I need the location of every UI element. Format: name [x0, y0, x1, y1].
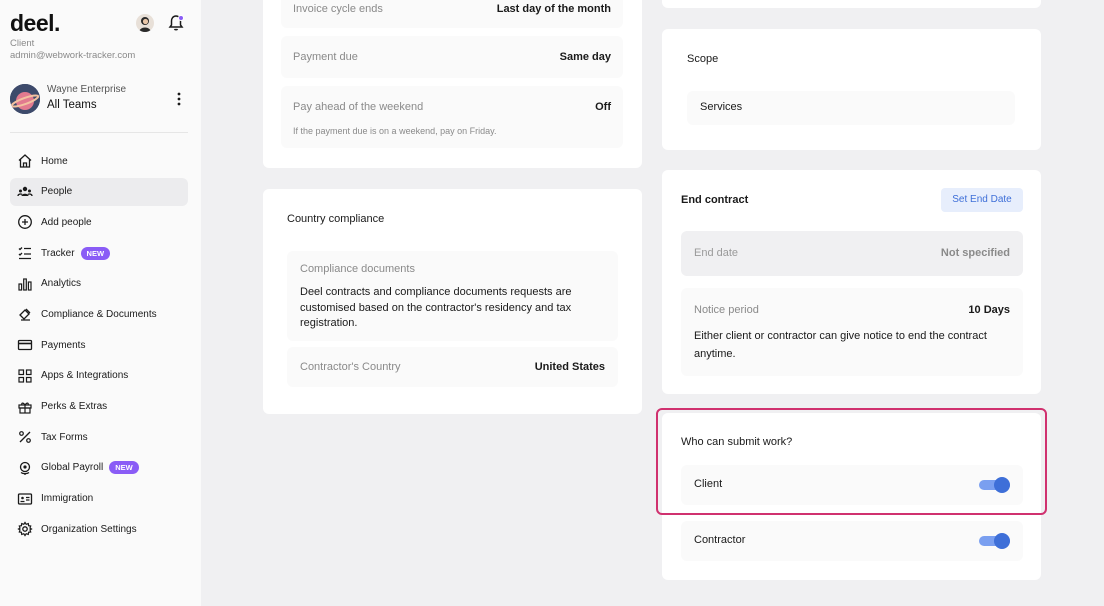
- payment-due-value: Same day: [559, 51, 611, 63]
- sidebar-item-label: Tracker: [41, 247, 75, 259]
- home-icon: [18, 154, 32, 168]
- sidebar-item-global-payroll[interactable]: Global Payroll NEW: [10, 454, 188, 482]
- notice-period-text: Either client or contractor can give not…: [694, 330, 987, 360]
- sidebar-item-perks[interactable]: Perks & Extras: [10, 393, 188, 421]
- compliance-docs-label: Compliance documents: [300, 263, 415, 275]
- sidebar-item-tax-forms[interactable]: Tax Forms: [10, 423, 188, 451]
- sidebar-item-add-people[interactable]: Add people: [10, 208, 188, 236]
- pay-ahead-value: Off: [595, 101, 611, 113]
- notice-period-label: Notice period: [694, 304, 759, 316]
- scope-card: Scope Services: [662, 29, 1041, 150]
- compliance-docs-box: Compliance documents Deel contracts and …: [287, 251, 618, 341]
- pay-ahead-label: Pay ahead of the weekend: [293, 101, 424, 113]
- apps-icon: [18, 369, 32, 383]
- user-email: admin@webwork-tracker.com: [10, 50, 136, 61]
- end-contract-title: End contract: [681, 194, 749, 206]
- sidebar-nav: Home People Add people Tracker NEW Analy…: [10, 147, 188, 546]
- new-badge: NEW: [109, 461, 139, 475]
- plus-circle-icon: [18, 215, 32, 230]
- user-role: Client: [10, 38, 35, 49]
- invoice-cycle-label: Invoice cycle ends: [293, 3, 383, 15]
- scope-title: Scope: [687, 53, 719, 65]
- set-end-date-button[interactable]: Set End Date: [941, 188, 1023, 212]
- sidebar-item-label: People: [41, 186, 73, 198]
- credit-card-icon: [17, 339, 33, 351]
- notice-period-box: Notice period 10 Days Either client or c…: [681, 288, 1023, 376]
- sidebar-item-apps[interactable]: Apps & Integrations: [10, 362, 188, 390]
- sidebar-item-label: Apps & Integrations: [41, 370, 129, 382]
- sidebar-item-label: Immigration: [41, 493, 94, 505]
- end-date-row: End date Not specified: [681, 231, 1023, 276]
- payment-settings-card: Invoice cycle ends Last day of the month…: [263, 0, 642, 168]
- sidebar: deel. Client admin@webwork-tracker.com W…: [0, 0, 201, 606]
- org-switcher[interactable]: Wayne Enterprise All Teams: [10, 84, 188, 116]
- scope-value-box: Services: [687, 91, 1015, 125]
- toggle-knob: [994, 533, 1010, 549]
- sidebar-item-home[interactable]: Home: [10, 147, 188, 175]
- notice-period-value: 10 Days: [968, 304, 1010, 316]
- contractor-country-value: United States: [534, 361, 605, 373]
- percent-icon: [19, 431, 31, 444]
- sidebar-item-label: Perks & Extras: [41, 401, 108, 412]
- sidebar-item-people[interactable]: People: [10, 177, 188, 206]
- country-compliance-title: Country compliance: [287, 213, 385, 225]
- tracker-icon: [18, 247, 31, 260]
- gear-icon: [17, 521, 33, 537]
- sidebar-item-label: Tax Forms: [41, 431, 88, 443]
- stamp-icon: [19, 308, 31, 322]
- sidebar-item-tracker[interactable]: Tracker NEW: [10, 239, 188, 267]
- id-card-icon: [17, 492, 33, 505]
- sidebar-item-label: Global Payroll: [41, 462, 104, 474]
- pay-ahead-note: If the payment due is on a weekend, pay …: [293, 126, 497, 136]
- selection-highlight: [656, 408, 1047, 515]
- new-badge: NEW: [80, 246, 111, 260]
- contractor-toggle[interactable]: [979, 533, 1010, 549]
- people-icon: [17, 186, 33, 196]
- end-date-value: Not specified: [940, 247, 1010, 259]
- contractor-country-row: Contractor's Country United States: [287, 347, 618, 387]
- org-avatar: [10, 84, 40, 114]
- contractor-label: Contractor: [694, 534, 746, 546]
- sidebar-item-compliance[interactable]: Compliance & Documents: [10, 300, 188, 328]
- sidebar-item-payments[interactable]: Payments: [10, 331, 188, 359]
- org-name: Wayne Enterprise: [47, 84, 127, 95]
- user-avatar[interactable]: [136, 14, 154, 32]
- compliance-docs-text: Deel contracts and compliance documents …: [300, 286, 572, 329]
- sidebar-divider: [10, 132, 188, 133]
- sidebar-item-label: Analytics: [41, 278, 82, 290]
- org-team: All Teams: [47, 99, 97, 111]
- pay-ahead-row: Pay ahead of the weekend Off If the paym…: [281, 86, 623, 148]
- sidebar-item-immigration[interactable]: Immigration: [10, 485, 188, 513]
- sidebar-item-analytics[interactable]: Analytics: [10, 270, 188, 298]
- sidebar-item-label: Organization Settings: [41, 523, 137, 535]
- invoice-cycle-value: Last day of the month: [496, 3, 611, 15]
- payment-due-label: Payment due: [293, 51, 358, 63]
- sidebar-item-org-settings[interactable]: Organization Settings: [10, 515, 188, 543]
- contractor-row: Contractor: [681, 521, 1023, 561]
- top-right-card: [662, 0, 1041, 8]
- more-vertical-icon[interactable]: [176, 92, 182, 106]
- sidebar-item-label: Home: [41, 155, 68, 167]
- gift-icon: [18, 402, 32, 414]
- contractor-country-label: Contractor's Country: [300, 361, 401, 373]
- bar-chart-icon: [18, 278, 32, 291]
- country-compliance-card: Country compliance Compliance documents …: [263, 189, 642, 414]
- end-date-label: End date: [694, 247, 739, 259]
- sidebar-item-label: Payments: [41, 339, 86, 351]
- sidebar-item-label: Compliance & Documents: [41, 308, 157, 320]
- sidebar-item-label: Add people: [41, 216, 92, 228]
- globe-icon: [19, 461, 31, 475]
- scope-value: Services: [700, 101, 743, 113]
- notification-dot: [178, 15, 184, 21]
- invoice-cycle-row: Invoice cycle ends Last day of the month: [281, 0, 623, 28]
- deel-logo[interactable]: deel.: [10, 10, 60, 37]
- payment-due-row: Payment due Same day: [281, 36, 623, 78]
